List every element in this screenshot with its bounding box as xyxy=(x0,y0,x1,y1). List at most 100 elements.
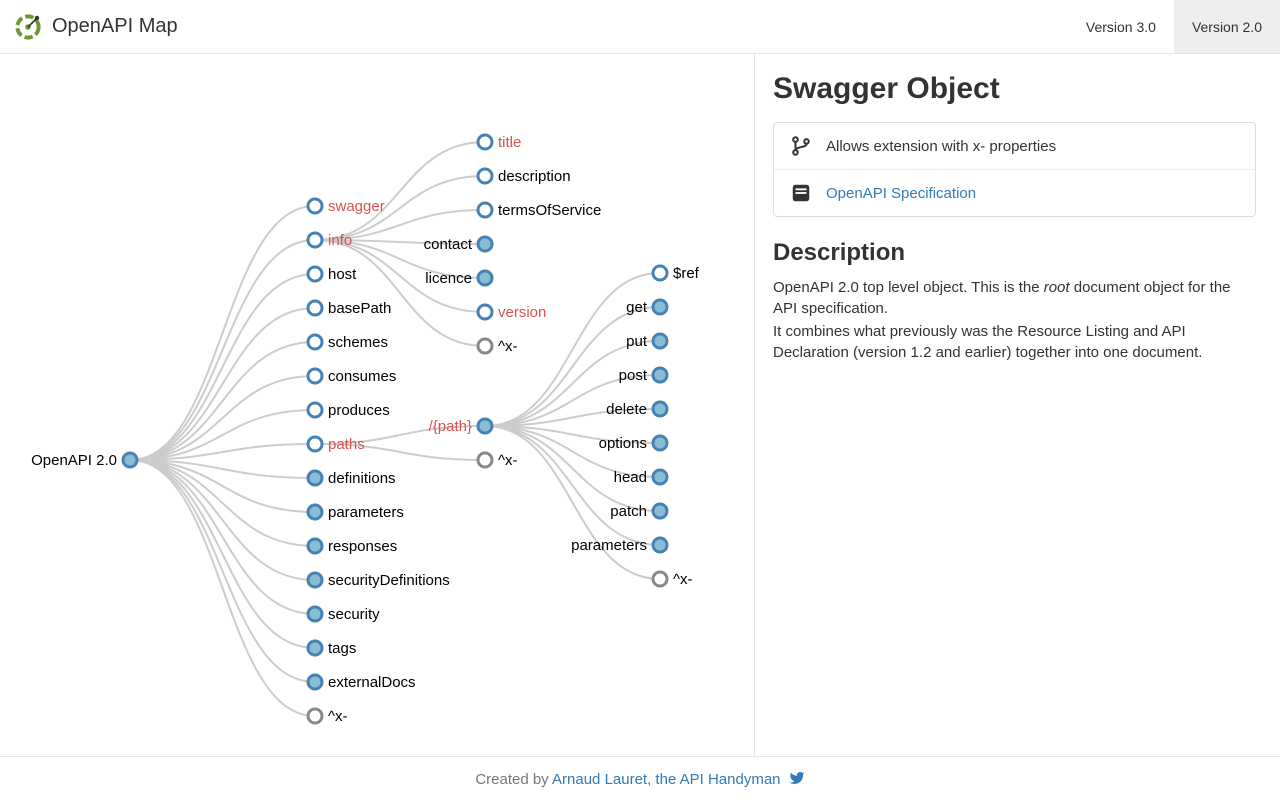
svg-text:produces: produces xyxy=(328,402,390,419)
tree-node[interactable]: $ref xyxy=(653,265,700,282)
tree-node[interactable]: parameters xyxy=(571,537,667,554)
tree-node[interactable]: patch xyxy=(610,503,667,520)
svg-text:^x-: ^x- xyxy=(673,571,693,588)
main: OpenAPI 2.0 swagger info host basePath scheme… xyxy=(0,54,1280,756)
svg-text:parameters: parameters xyxy=(328,504,404,521)
extension-row: Allows extension with x- properties xyxy=(774,123,1255,169)
tree-node[interactable]: ^x- xyxy=(478,452,518,469)
footer-prefix: Created by xyxy=(475,771,552,788)
tree-node[interactable]: put xyxy=(626,333,667,350)
svg-text:paths: paths xyxy=(328,436,365,453)
tree-node[interactable]: ^x- xyxy=(308,708,348,725)
svg-text:/{path}: /{path} xyxy=(429,418,472,435)
tree-node[interactable]: securityDefinitions xyxy=(308,572,450,589)
svg-text:description: description xyxy=(498,168,571,185)
map-pane[interactable]: OpenAPI 2.0 swagger info host basePath scheme… xyxy=(0,54,755,756)
description-body: OpenAPI 2.0 top level object. This is th… xyxy=(773,277,1256,363)
svg-text:version: version xyxy=(498,304,546,321)
tree-node[interactable]: OpenAPI 2.0 xyxy=(31,452,137,469)
footer: Created by Arnaud Lauret, the API Handym… xyxy=(0,756,1280,800)
spec-link[interactable]: OpenAPI Specification xyxy=(826,185,976,202)
tree-node[interactable]: delete xyxy=(606,401,667,418)
tree-node[interactable]: contact xyxy=(424,236,492,253)
svg-text:^x-: ^x- xyxy=(498,338,518,355)
tree-node[interactable]: swagger xyxy=(308,198,385,215)
app-title: OpenAPI Map xyxy=(52,15,178,38)
tree-node[interactable]: tags xyxy=(308,640,356,657)
svg-text:parameters: parameters xyxy=(571,537,647,554)
twitter-icon[interactable] xyxy=(789,770,805,786)
tab-version-3[interactable]: Version 3.0 xyxy=(1068,0,1174,53)
svg-text:schemes: schemes xyxy=(328,334,388,351)
tree-node[interactable]: externalDocs xyxy=(308,674,416,691)
logo-icon xyxy=(14,13,42,41)
header: OpenAPI Map Version 3.0 Version 2.0 xyxy=(0,0,1280,54)
svg-text:responses: responses xyxy=(328,538,397,555)
tree-node[interactable]: licence xyxy=(425,270,492,287)
tree-node[interactable]: host xyxy=(308,266,357,283)
svg-text:^x-: ^x- xyxy=(328,708,348,725)
desc-text: It combines what previously was the Reso… xyxy=(773,321,1256,363)
book-icon xyxy=(790,182,812,204)
tree-node[interactable]: options xyxy=(599,435,667,452)
tree-node[interactable]: version xyxy=(478,304,546,321)
desc-em: root xyxy=(1044,279,1070,296)
svg-text:options: options xyxy=(599,435,647,452)
tree-diagram[interactable]: OpenAPI 2.0 swagger info host basePath scheme… xyxy=(0,54,754,756)
extension-text: Allows extension with x- properties xyxy=(826,138,1056,155)
description-heading: Description xyxy=(773,239,1256,267)
svg-text:info: info xyxy=(328,232,352,249)
tree-node[interactable]: ^x- xyxy=(478,338,518,355)
brand: OpenAPI Map xyxy=(14,13,178,41)
svg-text:tags: tags xyxy=(328,640,356,657)
svg-text:consumes: consumes xyxy=(328,368,396,385)
tree-node[interactable]: responses xyxy=(308,538,397,555)
svg-text:termsOfService: termsOfService xyxy=(498,202,601,219)
tab-version-2[interactable]: Version 2.0 xyxy=(1174,0,1280,53)
svg-text:^x-: ^x- xyxy=(498,452,518,469)
svg-text:head: head xyxy=(614,469,647,486)
svg-text:licence: licence xyxy=(425,270,472,287)
footer-author-link[interactable]: Arnaud Lauret, the API Handyman xyxy=(552,771,780,788)
svg-text:patch: patch xyxy=(610,503,647,520)
svg-text:post: post xyxy=(619,367,648,384)
tree-node[interactable]: produces xyxy=(308,402,390,419)
tree-node[interactable]: ^x- xyxy=(653,571,693,588)
tree-node[interactable]: security xyxy=(308,606,380,623)
tree-node[interactable]: parameters xyxy=(308,504,404,521)
tree-node[interactable]: schemes xyxy=(308,334,388,351)
detail-pane: Swagger Object Allows extension with x- … xyxy=(755,54,1280,756)
spec-row: OpenAPI Specification xyxy=(774,169,1255,216)
svg-text:security: security xyxy=(328,606,380,623)
svg-text:put: put xyxy=(626,333,648,350)
tree-node[interactable]: get xyxy=(626,299,667,316)
branch-icon xyxy=(790,135,812,157)
svg-text:basePath: basePath xyxy=(328,300,391,317)
tree-node[interactable]: paths xyxy=(308,436,365,453)
version-tabs: Version 3.0 Version 2.0 xyxy=(1068,0,1280,53)
tree-node[interactable]: post xyxy=(619,367,667,384)
desc-text: OpenAPI 2.0 top level object. This is th… xyxy=(773,279,1044,296)
svg-text:get: get xyxy=(626,299,648,316)
tree-node[interactable]: /{path} xyxy=(429,418,492,435)
svg-text:definitions: definitions xyxy=(328,470,396,487)
info-card: Allows extension with x- properties Open… xyxy=(773,122,1256,217)
tree-node[interactable]: description xyxy=(478,168,571,185)
svg-text:host: host xyxy=(328,266,357,283)
tree-node[interactable]: info xyxy=(308,232,352,249)
svg-text:$ref: $ref xyxy=(673,265,700,282)
svg-text:OpenAPI 2.0: OpenAPI 2.0 xyxy=(31,452,117,469)
tree-node[interactable]: title xyxy=(478,134,521,151)
object-title: Swagger Object xyxy=(773,72,1256,106)
svg-text:securityDefinitions: securityDefinitions xyxy=(328,572,450,589)
svg-text:contact: contact xyxy=(424,236,473,253)
tree-node[interactable]: consumes xyxy=(308,368,396,385)
tree-node[interactable]: termsOfService xyxy=(478,202,601,219)
tree-node[interactable]: basePath xyxy=(308,300,391,317)
svg-text:externalDocs: externalDocs xyxy=(328,674,416,691)
tree-node[interactable]: head xyxy=(614,469,667,486)
svg-text:delete: delete xyxy=(606,401,647,418)
svg-text:swagger: swagger xyxy=(328,198,385,215)
tree-node[interactable]: definitions xyxy=(308,470,396,487)
svg-text:title: title xyxy=(498,134,521,151)
